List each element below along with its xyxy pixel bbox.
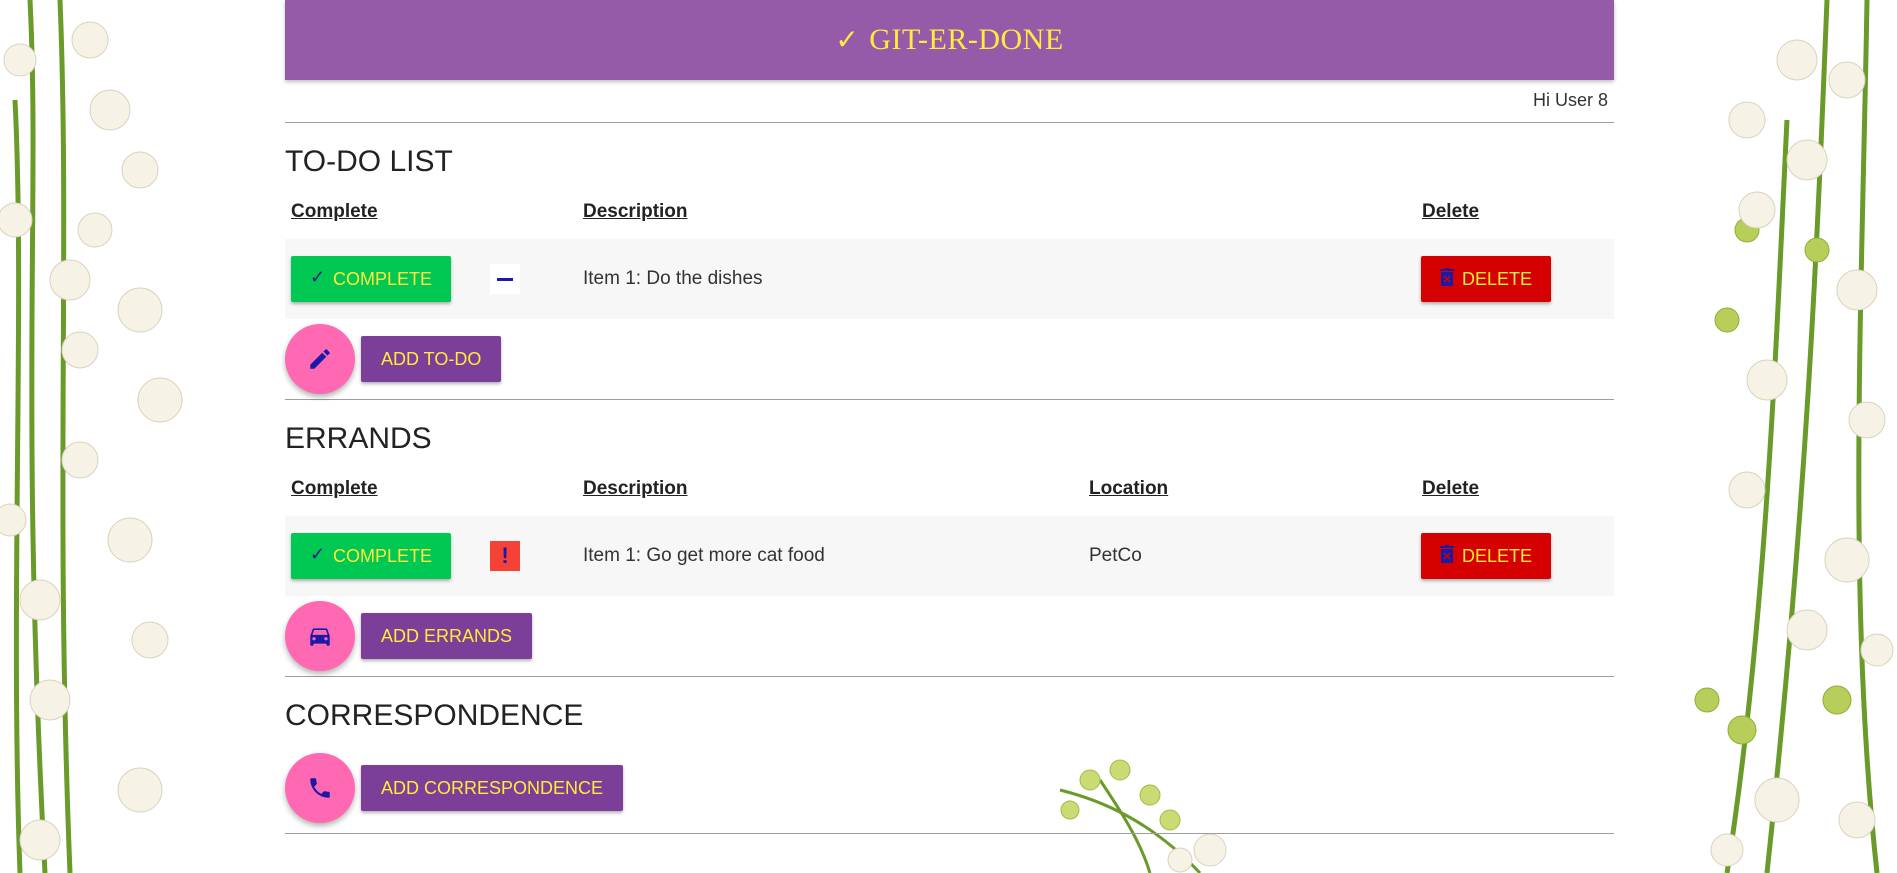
column-header-location: Location [1089, 478, 1169, 499]
add-correspondence-button[interactable]: ADD CORRESPONDENCE [361, 765, 624, 811]
pencil-icon[interactable] [285, 324, 355, 394]
errands-add-row: ADD ERRANDS [285, 596, 1614, 676]
todo-heading: TO-DO LIST [285, 145, 453, 178]
check-icon: ✓ [309, 543, 326, 564]
table-row: ✓ COMPLETE ! Item 1: Go get more cat foo… [285, 516, 1614, 596]
errands-section: ERRANDS Complete Description Location De… [285, 400, 1614, 677]
column-header-description: Description [583, 201, 688, 222]
correspondence-add-row: ADD CORRESPONDENCE [285, 743, 1614, 833]
add-todo-button[interactable]: ADD TO-DO [361, 336, 502, 382]
todo-table-header: Complete Description Delete [285, 189, 1614, 239]
check-icon: ✓ [309, 266, 326, 287]
car-icon[interactable] [285, 601, 355, 671]
correspondence-heading: CORRESPONDENCE [285, 699, 584, 732]
priority-urgent-icon[interactable]: ! [490, 541, 520, 571]
item-description: Item 1: Go get more cat food [583, 545, 825, 566]
delete-button[interactable]: DELETE [1421, 533, 1551, 579]
column-header-delete: Delete [1422, 478, 1480, 499]
column-header-description: Description [583, 478, 688, 499]
delete-button-label: DELETE [1461, 268, 1533, 289]
trash-icon [1439, 544, 1454, 568]
column-header-delete: Delete [1422, 201, 1480, 222]
app-banner: ✓ GIT-ER-DONE [285, 0, 1614, 80]
item-location: PetCo [1089, 545, 1142, 566]
complete-button-label: COMPLETE [333, 268, 433, 289]
main-content: ✓ GIT-ER-DONE Hi User 8 TO-DO LIST Compl… [285, 0, 1614, 834]
complete-button[interactable]: ✓ COMPLETE [291, 533, 451, 579]
errands-heading: ERRANDS [285, 422, 432, 455]
delete-button[interactable]: DELETE [1421, 256, 1551, 302]
priority-normal-icon[interactable] [490, 264, 520, 294]
errands-table-header: Complete Description Location Delete [285, 466, 1614, 516]
app-title: GIT-ER-DONE [869, 23, 1064, 56]
table-row: ✓ COMPLETE Item 1: Do the dishes DELETE [285, 239, 1614, 319]
complete-button-label: COMPLETE [333, 545, 433, 566]
trash-icon [1439, 267, 1454, 291]
delete-button-label: DELETE [1461, 545, 1533, 566]
todo-add-row: ADD TO-DO [285, 319, 1614, 399]
column-header-complete: Complete [291, 201, 378, 222]
flower-border-right [1647, 0, 1897, 873]
check-icon: ✓ [835, 25, 860, 56]
add-errands-button[interactable]: ADD ERRANDS [361, 613, 533, 659]
flower-border-left [0, 0, 190, 873]
column-header-complete: Complete [291, 478, 378, 499]
item-description: Item 1: Do the dishes [583, 268, 763, 289]
user-greeting: Hi User 8 [285, 80, 1614, 123]
phone-icon[interactable] [285, 753, 355, 823]
complete-button[interactable]: ✓ COMPLETE [291, 256, 451, 302]
correspondence-section: CORRESPONDENCE ADD CORRESPONDENCE [285, 677, 1614, 834]
todo-section: TO-DO LIST Complete Description Delete ✓… [285, 123, 1614, 400]
